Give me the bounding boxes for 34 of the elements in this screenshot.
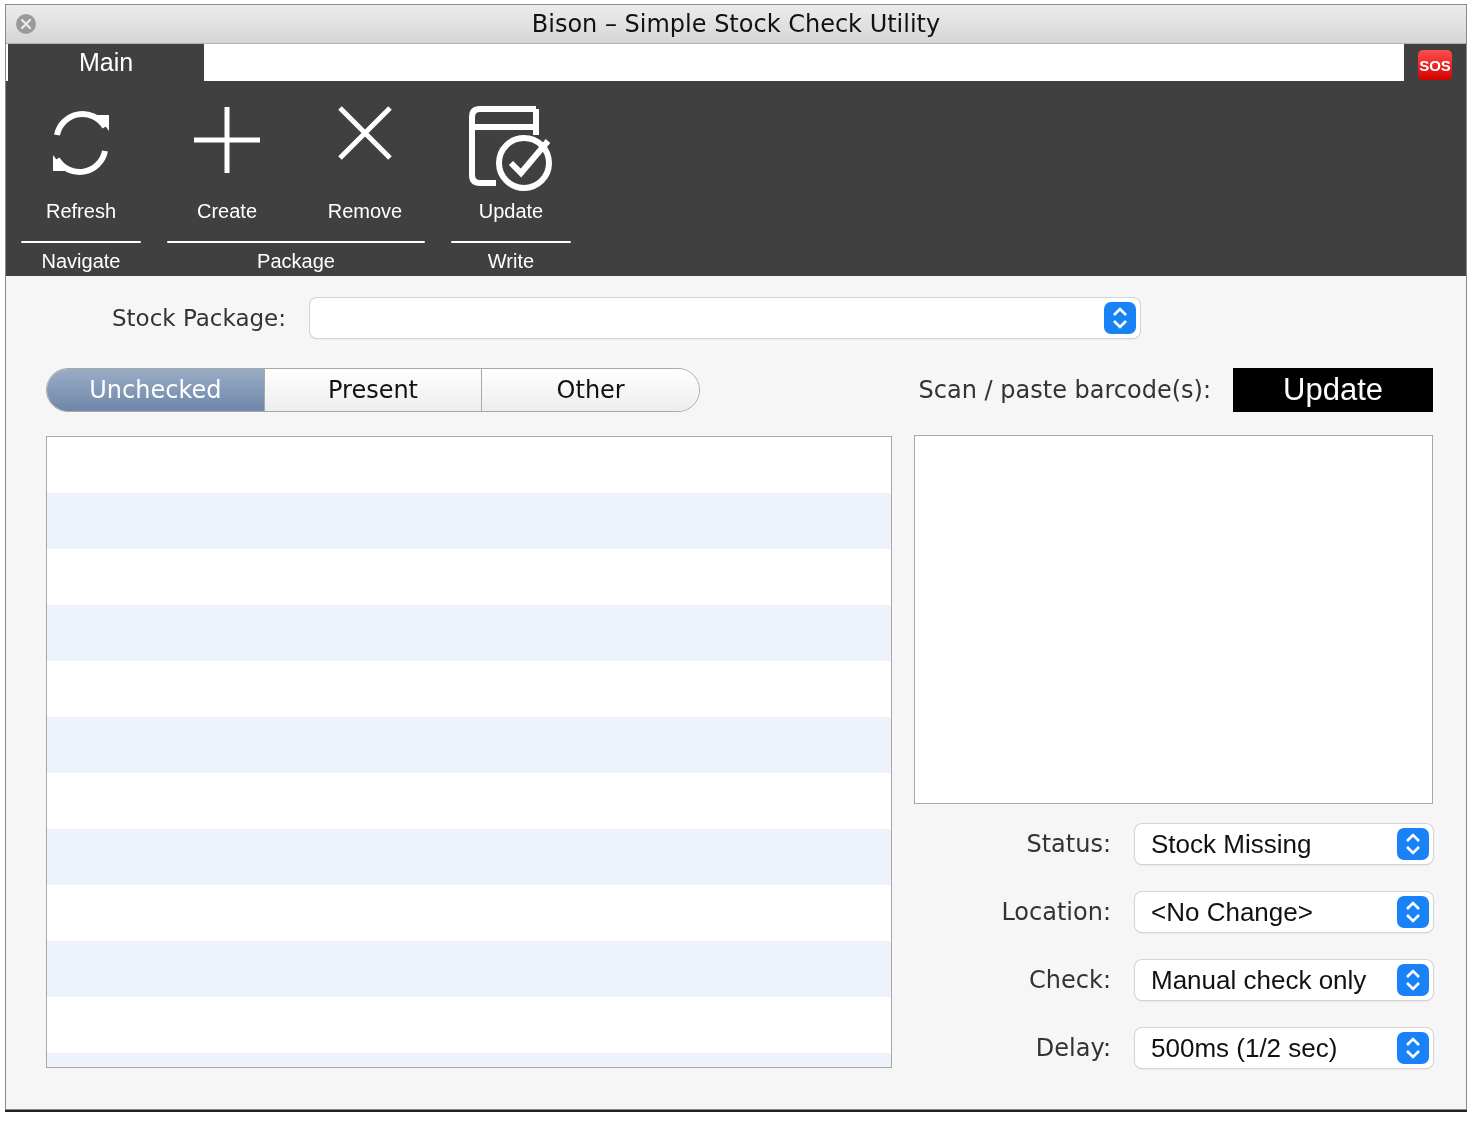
field-label: Scan / paste barcode(s):	[918, 376, 1211, 404]
option-dropdown[interactable]: 500ms (1/2 sec)	[1135, 1028, 1433, 1068]
dropdown-arrows-icon	[1104, 302, 1136, 334]
option-dropdown[interactable]: <No Change>	[1135, 892, 1433, 932]
filter-tab[interactable]: Other	[482, 369, 699, 411]
calendar-check-icon	[468, 105, 554, 193]
option-dropdown[interactable]: Stock Missing	[1135, 824, 1433, 864]
group-label: Write	[486, 250, 536, 273]
barcode-input-field[interactable]	[914, 435, 1433, 804]
ribbon-tab[interactable]: Main	[8, 44, 204, 81]
close-icon	[337, 105, 393, 161]
field-label: Status:	[1026, 830, 1111, 858]
dropdown-arrows-icon	[1397, 828, 1429, 860]
cross-button[interactable]: Remove	[301, 81, 429, 241]
update-button[interactable]: Update	[447, 81, 575, 241]
close-icon[interactable]	[15, 13, 37, 35]
plus-button[interactable]: Create	[163, 81, 291, 241]
update-button[interactable]: Update	[1233, 368, 1433, 412]
filter-tab[interactable]: Present	[264, 369, 483, 411]
group-label: Package	[256, 250, 336, 273]
option-dropdown[interactable]: Manual check only	[1135, 960, 1433, 1000]
plus-icon	[192, 105, 262, 175]
field-label: Stock Package:	[110, 305, 286, 331]
field-label: Location:	[1001, 898, 1111, 926]
refresh-button[interactable]: Refresh	[17, 81, 145, 241]
dropdown-arrows-icon	[1397, 896, 1429, 928]
dropdown-arrows-icon	[1397, 964, 1429, 996]
dropdown-arrows-icon	[1397, 1032, 1429, 1064]
field-label: Check:	[1029, 966, 1111, 994]
group-label: Navigate	[40, 250, 122, 273]
field-label: Delay:	[1035, 1034, 1111, 1062]
sos-button[interactable]: SOS	[1418, 50, 1452, 80]
window-title: Bison – Simple Stock Check Utility	[531, 10, 941, 38]
stock-package-dropdown[interactable]	[310, 298, 1140, 338]
